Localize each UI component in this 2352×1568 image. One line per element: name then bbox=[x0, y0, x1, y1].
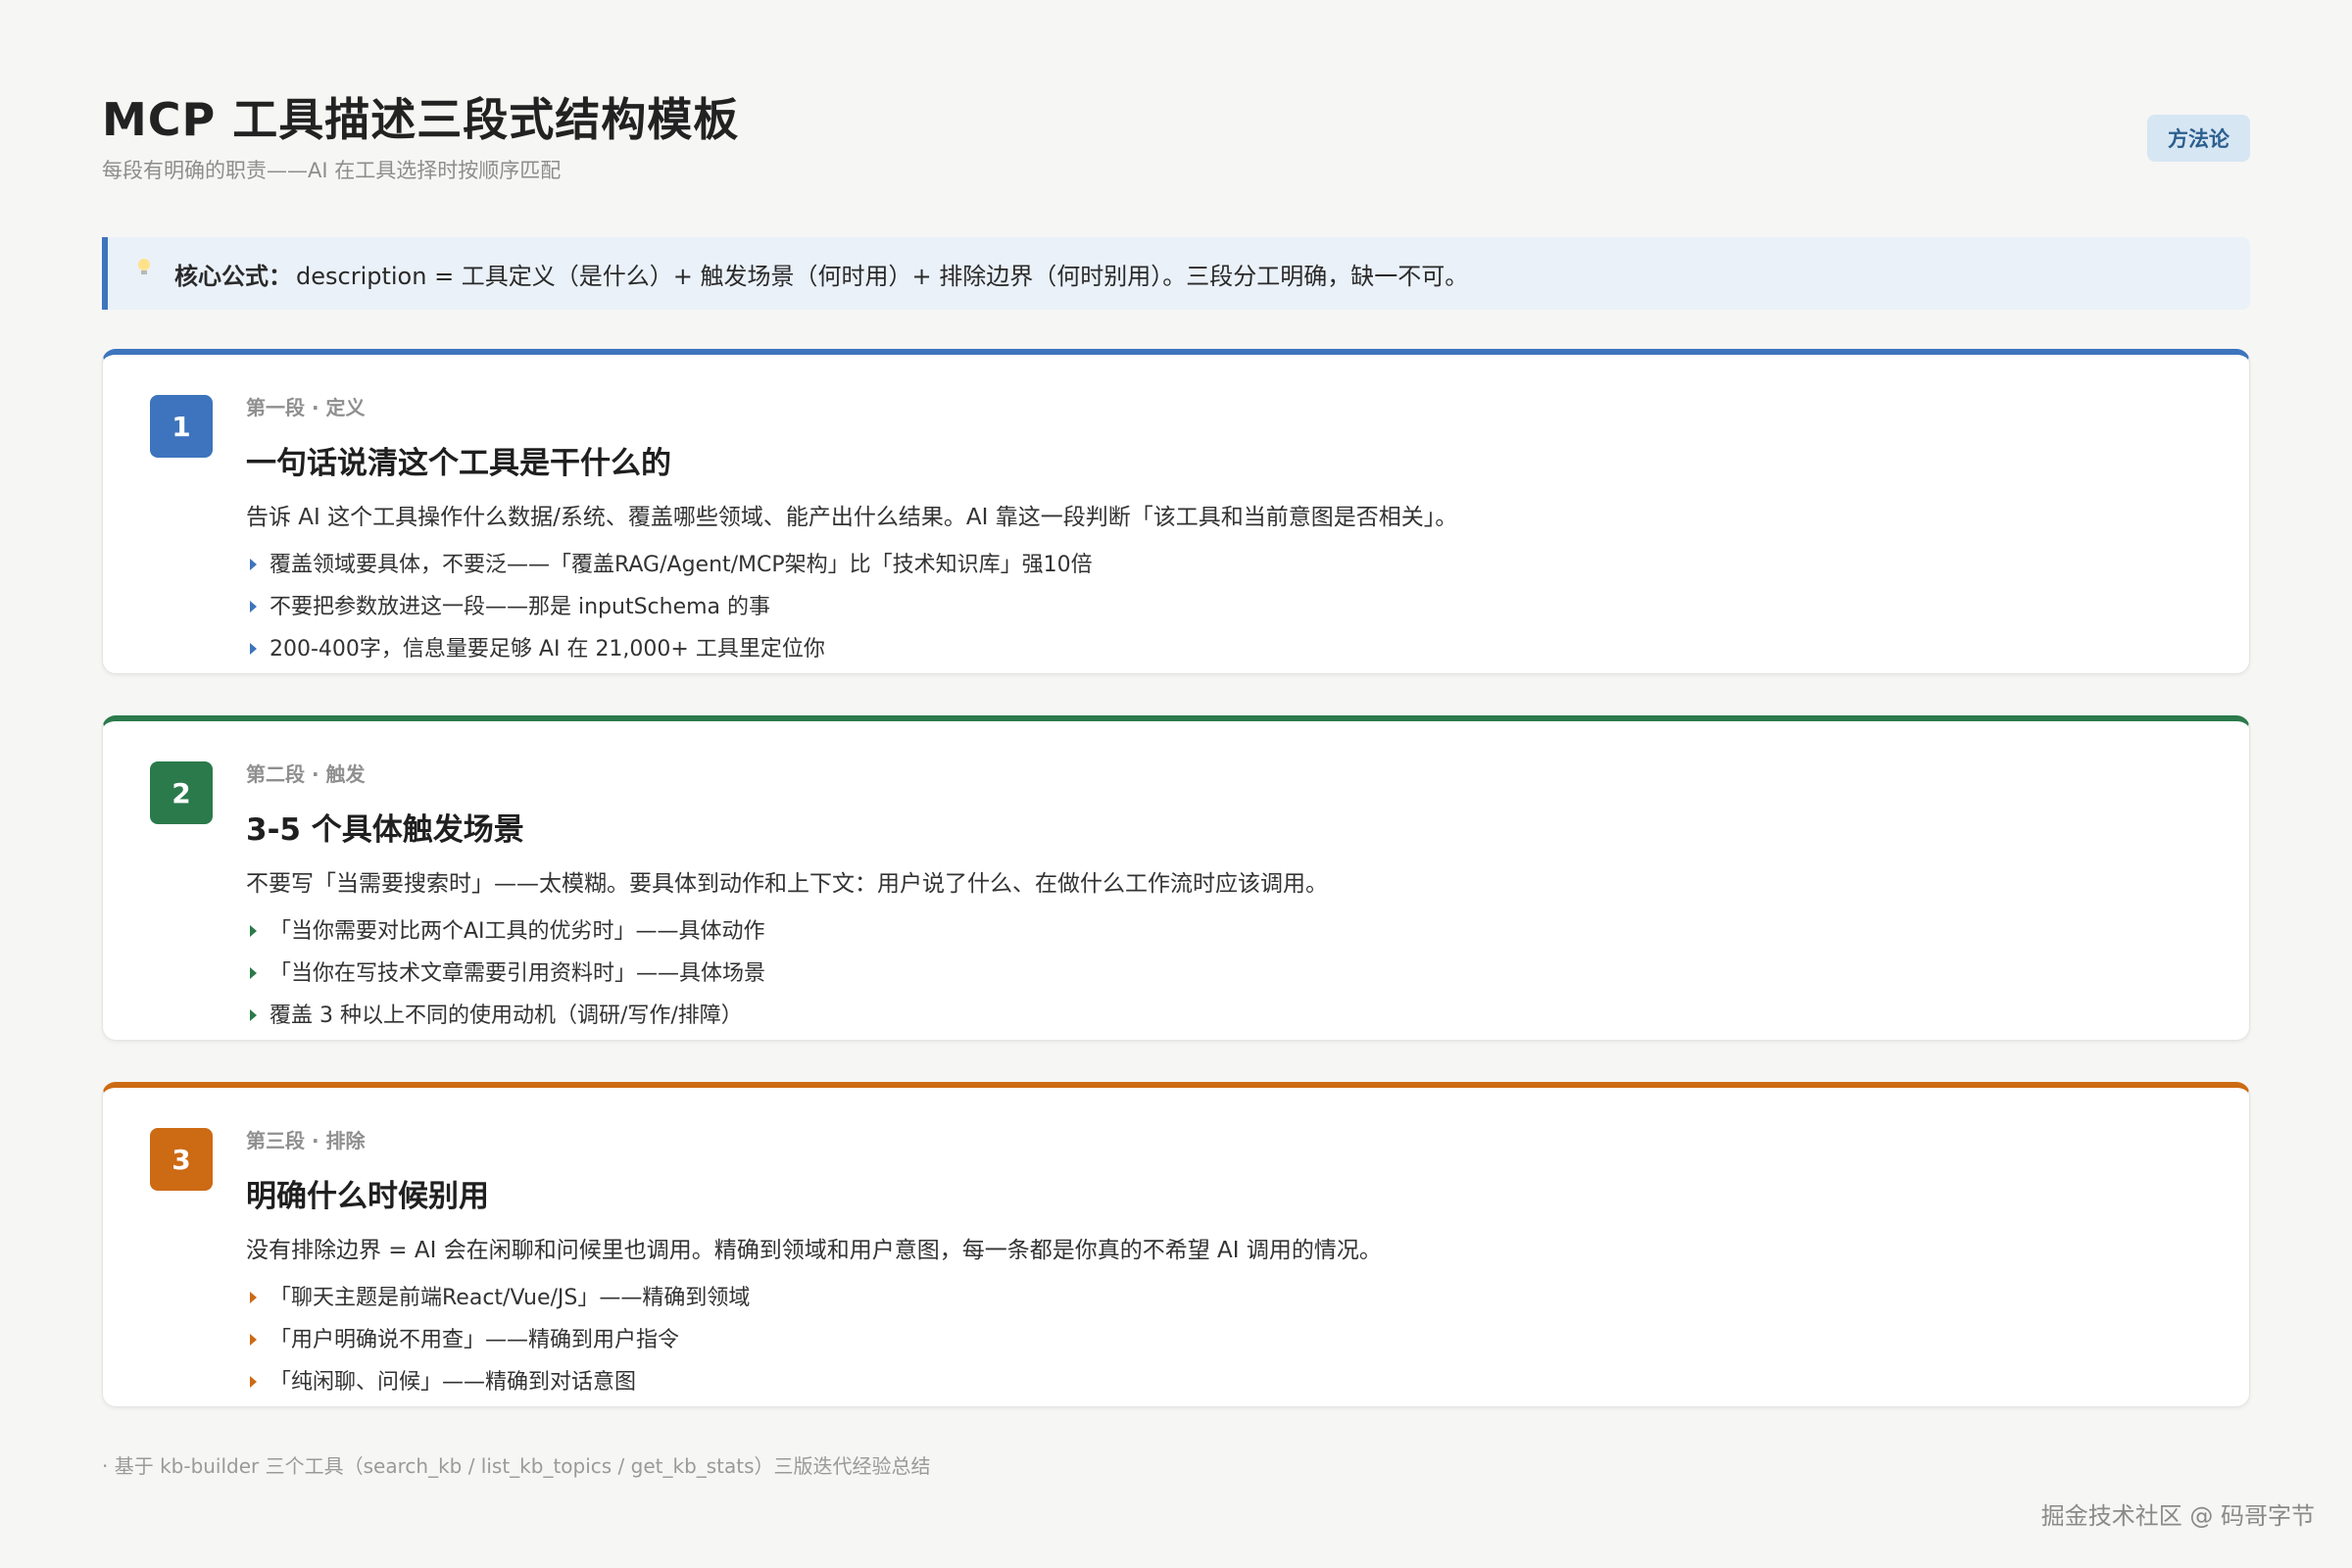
section-number: 1 bbox=[150, 395, 213, 458]
bullet-list: 「当你需要对比两个AI工具的优劣时」——具体动作 「当你在写技术文章需要引用资料… bbox=[246, 917, 2210, 1044]
section-content: 第二段 · 触发 3-5 个具体触发场景 不要写「当需要搜索时」——太模糊。要具… bbox=[246, 759, 2210, 1044]
formula-text: description = 工具定义（是什么）+ 触发场景（何时用）+ 排除边界… bbox=[296, 262, 1469, 290]
bullet-item: 不要把参数放进这一段——那是 inputSchema 的事 bbox=[246, 593, 2210, 635]
bullet-item: 「聊天主题是前端React/Vue/JS」——精确到领域 bbox=[246, 1284, 2210, 1326]
section-description: 没有排除边界 = AI 会在闲聊和问候里也调用。精确到领域和用户意图，每一条都是… bbox=[246, 1238, 1382, 1263]
bullet-item: 「当你在写技术文章需要引用资料时」——具体场景 bbox=[246, 959, 2210, 1002]
formula-label: 核心公式： bbox=[174, 262, 292, 290]
section-heading: 一句话说清这个工具是干什么的 bbox=[246, 446, 671, 481]
section-heading: 明确什么时候别用 bbox=[246, 1179, 489, 1214]
section-description: 告诉 AI 这个工具操作什么数据/系统、覆盖哪些领域、能产出什么结果。AI 靠这… bbox=[246, 505, 1458, 530]
section-content: 第一段 · 定义 一句话说清这个工具是干什么的 告诉 AI 这个工具操作什么数据… bbox=[246, 392, 2210, 677]
bullet-item: 覆盖 3 种以上不同的使用动机（调研/写作/排障） bbox=[246, 1002, 2210, 1044]
section-number: 2 bbox=[150, 761, 213, 824]
formula-callout: 核心公式： description = 工具定义（是什么）+ 触发场景（何时用）… bbox=[102, 237, 2250, 310]
section-number: 3 bbox=[150, 1128, 213, 1191]
header: MCP 工具描述三段式结构模板 每段有明确的职责——AI 在工具选择时按顺序匹配… bbox=[102, 0, 2250, 196]
section-content: 第三段 · 排除 明确什么时候别用 没有排除边界 = AI 会在闲聊和问候里也调… bbox=[246, 1125, 2210, 1410]
section-kicker: 第一段 · 定义 bbox=[246, 396, 366, 419]
bullet-list: 「聊天主题是前端React/Vue/JS」——精确到领域 「用户明确说不用查」—… bbox=[246, 1284, 2210, 1410]
page: MCP 工具描述三段式结构模板 每段有明确的职责——AI 在工具选择时按顺序匹配… bbox=[102, 0, 2250, 1479]
section-kicker: 第二段 · 触发 bbox=[246, 762, 366, 786]
section-heading: 3-5 个具体触发场景 bbox=[246, 812, 524, 848]
bullet-item: 200-400字，信息量要足够 AI 在 21,000+ 工具里定位你 bbox=[246, 635, 2210, 677]
bullet-list: 覆盖领域要具体，不要泛——「覆盖RAG/Agent/MCP架构」比「技术知识库」… bbox=[246, 551, 2210, 677]
bullet-item: 「用户明确说不用查」——精确到用户指令 bbox=[246, 1326, 2210, 1368]
section-kicker: 第三段 · 排除 bbox=[246, 1129, 366, 1152]
section-card-definition: 1 第一段 · 定义 一句话说清这个工具是干什么的 告诉 AI 这个工具操作什么… bbox=[102, 349, 2250, 674]
category-badge: 方法论 bbox=[2147, 115, 2250, 162]
page-subtitle: 每段有明确的职责——AI 在工具选择时按顺序匹配 bbox=[102, 159, 562, 182]
lightbulb-icon bbox=[137, 259, 151, 276]
bullet-item: 「当你需要对比两个AI工具的优劣时」——具体动作 bbox=[246, 917, 2210, 959]
watermark: 掘金技术社区 @ 码哥字节 bbox=[2040, 1502, 2315, 1530]
footnote: · 基于 kb-builder 三个工具（search_kb / list_kb… bbox=[102, 1454, 931, 1478]
section-card-trigger: 2 第二段 · 触发 3-5 个具体触发场景 不要写「当需要搜索时」——太模糊。… bbox=[102, 715, 2250, 1041]
section-card-exclusion: 3 第三段 · 排除 明确什么时候别用 没有排除边界 = AI 会在闲聊和问候里… bbox=[102, 1082, 2250, 1407]
page-title: MCP 工具描述三段式结构模板 bbox=[102, 93, 740, 146]
bullet-item: 覆盖领域要具体，不要泛——「覆盖RAG/Agent/MCP架构」比「技术知识库」… bbox=[246, 551, 2210, 593]
section-description: 不要写「当需要搜索时」——太模糊。要具体到动作和上下文：用户说了什么、在做什么工… bbox=[246, 871, 1328, 897]
bullet-item: 「纯闲聊、问候」——精确到对话意图 bbox=[246, 1368, 2210, 1410]
